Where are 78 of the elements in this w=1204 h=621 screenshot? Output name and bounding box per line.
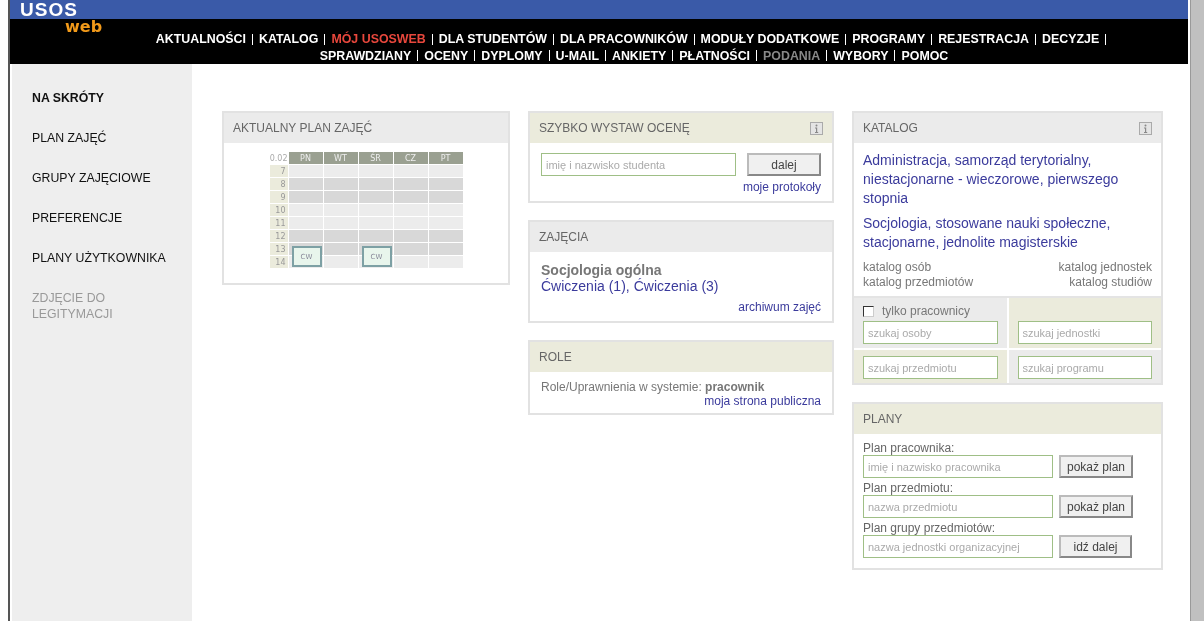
panel-title: KATALOG [863,121,918,135]
info-icon[interactable] [810,121,823,135]
panel-title: ROLE [539,350,572,364]
nav-link[interactable]: DECYZJE [1042,32,1100,47]
panel-title: AKTUALNY PLAN ZAJĘĆ [233,121,373,135]
date-label: 0.02 [269,152,288,164]
catalog-link[interactable]: katalog osób [863,260,1059,275]
hour-label: 14 [269,256,288,268]
scrollbar[interactable] [1188,0,1204,621]
logo[interactable]: USOS [20,0,78,19]
class-group-link[interactable]: Ćwiczenia (3) [633,278,719,294]
hour-label: 11 [269,217,288,229]
day-header: PT [428,152,463,164]
input-field[interactable]: nazwa przedmiotu [863,495,1053,518]
nav-link[interactable]: DLA PRACOWNIKÓW [560,32,688,47]
nav-link[interactable]: REJESTRACJA [938,32,1030,47]
sidebar-item[interactable]: GRUPY ZAJĘCIOWE [12,170,172,186]
public-page-link[interactable]: moja strona publiczna [704,394,821,408]
search-field[interactable]: szukaj przedmiotu [863,356,998,379]
day-header: ŚR [358,152,393,164]
nav-link[interactable]: SPRAWDZIANY [319,48,412,63]
catalog-link[interactable]: katalog przedmiotów [863,275,1059,290]
checkbox-label: tylko pracownicy [882,304,971,318]
programme-link[interactable]: Socjologia, stosowane nauki społeczne, stacjonarne, jednolite magisterskie [863,214,1152,252]
logo-subtitle: web [65,19,103,35]
catalog-link[interactable]: katalog studiów [1058,275,1152,290]
show-button[interactable]: pokaż plan [1059,495,1134,518]
input-field[interactable]: nazwa jednostki organizacyjnej [863,535,1053,558]
archive-link[interactable]: archiwum zajęć [738,300,821,314]
nav-link[interactable]: DYPLOMY [481,48,543,63]
sidebar-item[interactable]: PLANY UŻYTKOWNIKA [12,250,172,266]
search-field[interactable]: szukaj jednostki [1017,321,1152,344]
day-header: WT [323,152,358,164]
nav-link[interactable]: DLA STUDENTÓW [438,32,547,47]
search-field[interactable]: szukaj osoby [863,321,998,344]
show-button[interactable]: pokaż plan [1059,455,1134,478]
hour-label: 13 [269,243,288,255]
field-label: Plan grupy przedmiotów: [863,521,997,535]
sidebar-item[interactable]: NA SKRÓTY [12,90,172,106]
separator-text: , [625,278,630,294]
hour-label: 9 [269,191,288,203]
search-field[interactable]: szukaj programu [1017,356,1152,379]
input-field[interactable]: imię i nazwisko pracownika [863,455,1053,478]
checkbox[interactable] [863,305,874,317]
hour-label: 12 [269,230,288,242]
programme-link[interactable]: Administracja, samorząd terytorialny, niestacjonarne - wieczorowe, pierwszego stopnia [863,151,1152,208]
catalog-link[interactable]: katalog jednostek [1058,260,1152,275]
nav-link[interactable]: WYBORY [833,48,889,63]
panel-title: SZYBKO WYSTAW OCENĘ [539,121,690,135]
nav-link[interactable]: U-MAIL [555,48,599,63]
day-header: PN [288,152,323,164]
nav-link[interactable]: KATALOG [258,32,319,47]
roles-text: Role/Uprawnienia w systemie: pracownik [541,380,766,394]
nav-link[interactable]: MODUŁY DODATKOWE [700,32,840,47]
info-icon[interactable] [1139,121,1152,135]
hour-label: 8 [269,178,288,190]
show-button[interactable]: idź dalej [1059,535,1132,558]
field-label: Plan przedmiotu: [863,481,955,495]
student-name-field[interactable]: imię i nazwisko studenta [541,153,736,176]
nav-link[interactable]: OCENY [424,48,469,63]
nav-link[interactable]: MÓJ USOSWEB [331,32,426,47]
protocols-link[interactable]: moje protokoły [742,180,821,194]
course-title: Socjologia ogólna [541,262,662,278]
nav-link[interactable]: AKTUALNOŚCI [155,32,246,47]
nav-link[interactable]: PŁATNOŚCI [679,48,751,63]
sidebar-item[interactable]: PLAN ZAJĘĆ [12,130,172,146]
panel-title: PLANY [863,412,903,426]
day-header: CZ [393,152,428,164]
nav-link[interactable]: PROGRAMY [852,32,926,47]
panel-title: ZAJĘCIA [539,230,589,244]
sidebar-item[interactable]: PREFERENCJE [12,210,172,226]
field-label: Plan pracownika: [863,441,956,455]
hour-label: 7 [269,165,288,177]
nav-link[interactable]: ANKIETY [611,48,667,63]
hour-label: 10 [269,204,288,216]
next-button[interactable]: dalej [747,153,821,176]
class-group-link[interactable]: Ćwiczenia (1) [541,278,626,294]
nav-link[interactable]: POMOC [901,48,949,63]
